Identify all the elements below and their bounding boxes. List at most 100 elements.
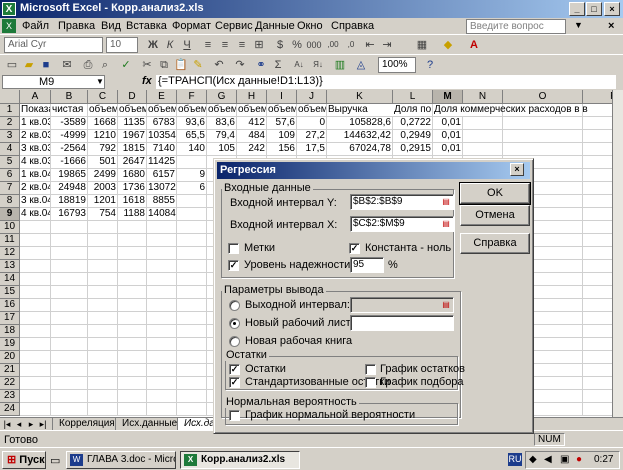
- cell-b20[interactable]: [51, 351, 88, 364]
- cell-p20[interactable]: [583, 351, 612, 364]
- cell-b5[interactable]: -1666: [51, 156, 88, 169]
- network-icon[interactable]: ▣: [560, 454, 569, 465]
- prev-sheet-icon[interactable]: ◂: [14, 419, 24, 430]
- cell-b23[interactable]: [51, 390, 88, 403]
- cell-h2[interactable]: 412: [237, 117, 267, 130]
- cell-e4[interactable]: 7140: [147, 143, 177, 156]
- taskbar-excel-workbook[interactable]: X Корр.анализ2.xls: [180, 451, 300, 469]
- cell-d18[interactable]: [118, 325, 147, 338]
- preview-icon[interactable]: ⌕: [97, 57, 113, 73]
- row-header-17[interactable]: 17: [0, 312, 20, 325]
- cell-c4[interactable]: 792: [88, 143, 118, 156]
- cell-a16[interactable]: [20, 299, 51, 312]
- cell-f5[interactable]: [177, 156, 207, 169]
- row-header-18[interactable]: 18: [0, 325, 20, 338]
- cell-c2[interactable]: 1668: [88, 117, 118, 130]
- row-header-15[interactable]: 15: [0, 286, 20, 299]
- constant-zero-checkbox[interactable]: ✓: [349, 243, 360, 254]
- cell-c17[interactable]: [88, 312, 118, 325]
- cell-p13[interactable]: [583, 260, 612, 273]
- cell-b13[interactable]: [51, 260, 88, 273]
- cell-c6[interactable]: 2499: [88, 169, 118, 182]
- workbook-icon[interactable]: X: [2, 19, 16, 33]
- cell-b14[interactable]: [51, 273, 88, 286]
- cell-f23[interactable]: [177, 390, 207, 403]
- cell-f18[interactable]: [177, 325, 207, 338]
- cell-a13[interactable]: [20, 260, 51, 273]
- minimize-button[interactable]: _: [569, 2, 585, 16]
- taskbar-word-document[interactable]: W ГЛАВА 3.doc - Microsoft ...: [66, 451, 176, 469]
- confidence-input[interactable]: 95: [350, 257, 384, 273]
- cell-b4[interactable]: -2564: [51, 143, 88, 156]
- column-header-k[interactable]: K: [327, 90, 393, 104]
- cell-a14[interactable]: [20, 273, 51, 286]
- paste-icon[interactable]: 📋: [173, 57, 189, 73]
- cell-p23[interactable]: [583, 390, 612, 403]
- cell-e19[interactable]: [147, 338, 177, 351]
- row-header-9[interactable]: 9: [0, 208, 20, 221]
- undo-icon[interactable]: ↶: [211, 57, 227, 73]
- cell-d20[interactable]: [118, 351, 147, 364]
- cell-p9[interactable]: [583, 208, 612, 221]
- cell-e23[interactable]: [147, 390, 177, 403]
- menu-edit[interactable]: Правка: [58, 20, 95, 32]
- cell-f9[interactable]: [177, 208, 207, 221]
- font-color-icon[interactable]: A: [466, 37, 482, 53]
- new-icon[interactable]: ▭: [4, 57, 20, 73]
- cell-a3[interactable]: 2 кв.03: [20, 130, 51, 143]
- permission-icon[interactable]: ✉: [59, 57, 75, 73]
- cell-a21[interactable]: [20, 364, 51, 377]
- cell-p12[interactable]: [583, 247, 612, 260]
- column-header-n[interactable]: N: [463, 90, 503, 104]
- cell-i2[interactable]: 57,6: [267, 117, 297, 130]
- menu-tools[interactable]: Сервис: [215, 20, 253, 32]
- cell-f24[interactable]: [177, 403, 207, 416]
- cell-d14[interactable]: [118, 273, 147, 286]
- row-header-16[interactable]: 16: [0, 299, 20, 312]
- cell-a6[interactable]: 1 кв.04: [20, 169, 51, 182]
- cell-d16[interactable]: [118, 299, 147, 312]
- cell-i4[interactable]: 156: [267, 143, 297, 156]
- cell-c20[interactable]: [88, 351, 118, 364]
- menu-view[interactable]: Вид: [101, 20, 121, 32]
- autosum-icon[interactable]: Σ: [270, 57, 286, 73]
- menu-insert[interactable]: Вставка: [126, 20, 167, 32]
- help-search-input[interactable]: Введите вопрос: [466, 19, 566, 34]
- cell-o4[interactable]: [503, 143, 583, 156]
- close-button[interactable]: ×: [604, 2, 620, 16]
- column-header-h[interactable]: H: [237, 90, 267, 104]
- range-select-icon[interactable]: ▤: [440, 218, 452, 230]
- cell-b21[interactable]: [51, 364, 88, 377]
- cell-c23[interactable]: [88, 390, 118, 403]
- cell-g4[interactable]: 105: [207, 143, 237, 156]
- redo-icon[interactable]: ↷: [232, 57, 248, 73]
- column-header-b[interactable]: B: [51, 90, 88, 104]
- row-header-11[interactable]: 11: [0, 234, 20, 247]
- spelling-icon[interactable]: ✓: [118, 57, 134, 73]
- column-header-o[interactable]: O: [503, 90, 583, 104]
- font-size-select[interactable]: 10: [106, 37, 138, 53]
- cell-o2[interactable]: [503, 117, 583, 130]
- borders-icon[interactable]: ▦: [414, 37, 430, 53]
- normal-plot-checkbox[interactable]: [229, 410, 240, 421]
- cell-c7[interactable]: 2003: [88, 182, 118, 195]
- cell-j1[interactable]: объем: [297, 104, 327, 117]
- column-header-m[interactable]: M: [433, 90, 463, 104]
- cell-p15[interactable]: [583, 286, 612, 299]
- cell-p19[interactable]: [583, 338, 612, 351]
- cell-a11[interactable]: [20, 234, 51, 247]
- cell-d1[interactable]: объем: [118, 104, 147, 117]
- cell-i1[interactable]: объем: [267, 104, 297, 117]
- cell-e22[interactable]: [147, 377, 177, 390]
- new-book-radio[interactable]: [229, 336, 240, 347]
- cell-f12[interactable]: [177, 247, 207, 260]
- cell-d6[interactable]: 1680: [118, 169, 147, 182]
- cell-f19[interactable]: [177, 338, 207, 351]
- cell-d19[interactable]: [118, 338, 147, 351]
- copy-icon[interactable]: ⧉: [156, 57, 172, 73]
- ok-button[interactable]: OK: [459, 182, 531, 205]
- cell-e6[interactable]: 6157: [147, 169, 177, 182]
- cell-a2[interactable]: 1 кв.03: [20, 117, 51, 130]
- cell-f1[interactable]: объем: [177, 104, 207, 117]
- cell-f22[interactable]: [177, 377, 207, 390]
